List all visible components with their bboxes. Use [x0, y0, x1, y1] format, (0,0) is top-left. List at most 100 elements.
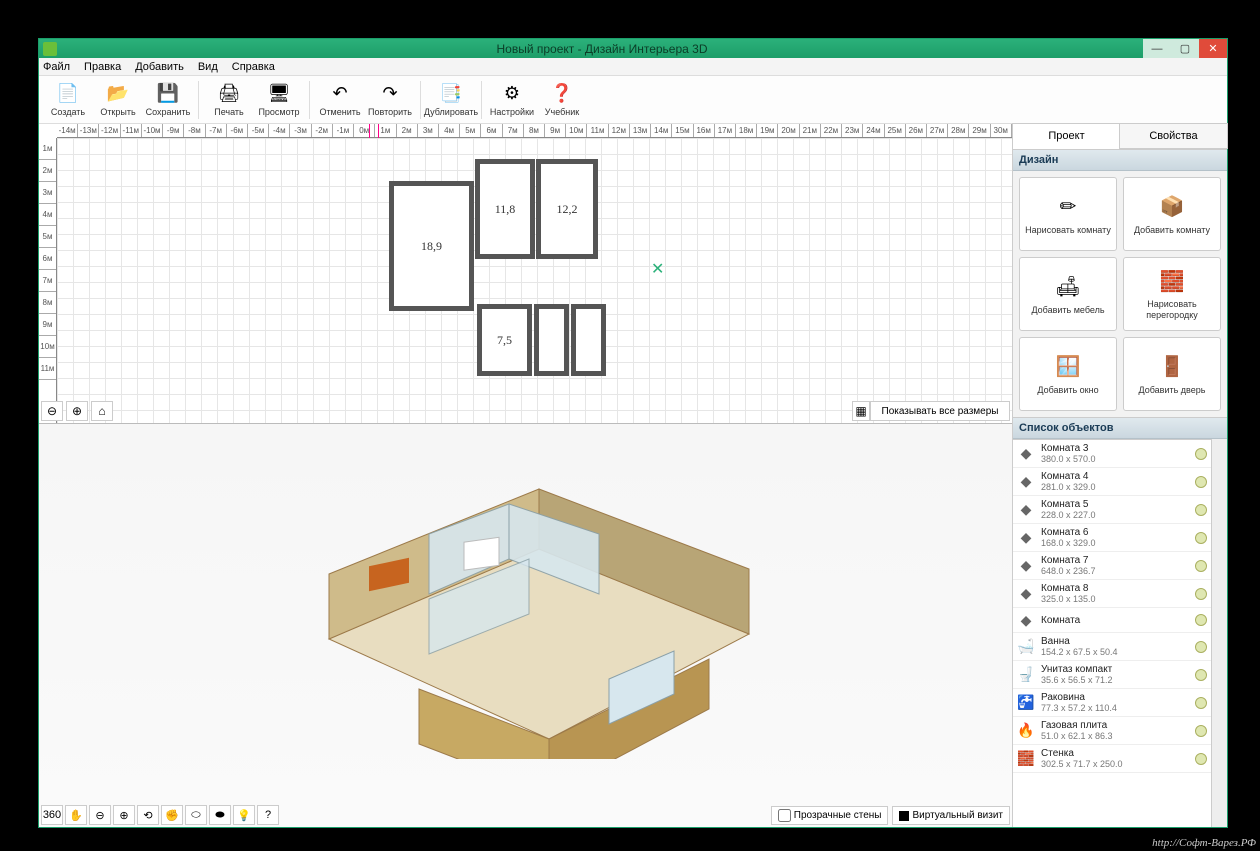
visibility-toggle-icon[interactable]: [1195, 588, 1207, 600]
object-name: Комната 5: [1041, 499, 1195, 510]
room[interactable]: 18,9: [389, 181, 474, 311]
view3d-tool-5[interactable]: ✊: [161, 805, 183, 825]
view3d-tool-1[interactable]: ✋: [65, 805, 87, 825]
visibility-toggle-icon[interactable]: [1195, 725, 1207, 737]
tab-properties[interactable]: Свойства: [1119, 123, 1228, 149]
draw-partition-label: Нарисовать перегородку: [1124, 299, 1220, 321]
visibility-toggle-icon[interactable]: [1195, 504, 1207, 516]
view3d-tool-9[interactable]: ?: [257, 805, 279, 825]
view3d-tool-8[interactable]: 💡: [233, 805, 255, 825]
ruler-h-tick: 29м: [969, 124, 990, 137]
object-name: Стенка: [1041, 748, 1195, 759]
section-objects-title: Список объектов: [1013, 417, 1227, 439]
room[interactable]: 7,5: [477, 304, 532, 376]
object-list-item[interactable]: ◆Комната 4281.0 x 329.0: [1013, 468, 1211, 496]
draw-partition-button[interactable]: 🧱Нарисовать перегородку: [1123, 257, 1221, 331]
toolbar-settings-button[interactable]: ⚙Настройки: [487, 78, 537, 122]
object-list-item[interactable]: 🧱Стенка302.5 x 71.7 x 250.0: [1013, 745, 1211, 773]
object-list-scrollbar[interactable]: [1211, 439, 1227, 827]
draw-room-button[interactable]: ✏Нарисовать комнату: [1019, 177, 1117, 251]
object-list-item[interactable]: 🛁Ванна154.2 x 67.5 x 50.4: [1013, 633, 1211, 661]
ruler-h-tick: 22м: [821, 124, 842, 137]
transparent-walls-checkbox[interactable]: Прозрачные стены: [771, 806, 889, 825]
new-label: Создать: [51, 107, 85, 117]
view3d-tool-4[interactable]: ⟲: [137, 805, 159, 825]
room-area-label: 18,9: [421, 239, 442, 254]
virtual-visit-button[interactable]: Виртуальный визит: [892, 806, 1010, 825]
room[interactable]: [571, 304, 606, 376]
toolbar-help-button[interactable]: ❓Учебник: [537, 78, 587, 122]
room[interactable]: 12,2: [536, 159, 598, 259]
toolbar-new-button[interactable]: 📄Создать: [43, 78, 93, 122]
view3d-tool-6[interactable]: ⬭: [185, 805, 207, 825]
ruler-h-tick: -8м: [184, 124, 205, 137]
visibility-toggle-icon[interactable]: [1195, 641, 1207, 653]
add-door-button[interactable]: 🚪Добавить дверь: [1123, 337, 1221, 411]
object-list-item[interactable]: ◆Комната 7648.0 x 236.7: [1013, 552, 1211, 580]
visibility-toggle-icon[interactable]: [1195, 614, 1207, 626]
menu-edit[interactable]: Правка: [84, 61, 121, 73]
zoom-out-button[interactable]: ⊖: [41, 401, 63, 421]
object-list-item[interactable]: ◆Комната 3380.0 x 570.0: [1013, 440, 1211, 468]
zoom-in-button[interactable]: ⊕: [66, 401, 88, 421]
object-icon: ◆: [1017, 473, 1035, 491]
show-dimensions-toggle[interactable]: Показывать все размеры: [870, 401, 1010, 421]
visibility-toggle-icon[interactable]: [1195, 697, 1207, 709]
toolbar-print-button[interactable]: 🖨Печать: [204, 78, 254, 122]
menu-view[interactable]: Вид: [198, 61, 218, 73]
close-button[interactable]: ✕: [1199, 39, 1227, 58]
object-list-item[interactable]: 🔥Газовая плита51.0 x 62.1 x 86.3: [1013, 717, 1211, 745]
object-list-item[interactable]: ◆Комната 5228.0 x 227.0: [1013, 496, 1211, 524]
ruler-h-tick: 19м: [757, 124, 778, 137]
view3d-tool-0[interactable]: 360: [41, 805, 63, 825]
ruler-v-tick: 8м: [39, 292, 56, 314]
toolbar-open-button[interactable]: 📂Открыть: [93, 78, 143, 122]
visibility-toggle-icon[interactable]: [1195, 448, 1207, 460]
ruler-h-tick: 4м: [439, 124, 460, 137]
room[interactable]: [534, 304, 569, 376]
add-window-button[interactable]: 🪟Добавить окно: [1019, 337, 1117, 411]
menu-add[interactable]: Добавить: [135, 61, 184, 73]
toolbar-dup-button[interactable]: 📑Дублировать: [426, 78, 476, 122]
view3d-tool-7[interactable]: ⬬: [209, 805, 231, 825]
toolbar-preview-button[interactable]: 🖥Просмотр: [254, 78, 304, 122]
object-list[interactable]: ◆Комната 3380.0 x 570.0◆Комната 4281.0 x…: [1013, 439, 1211, 827]
add-window-label: Добавить окно: [1037, 385, 1098, 396]
transparent-walls-input[interactable]: [778, 809, 791, 822]
view3d-tool-3[interactable]: ⊕: [113, 805, 135, 825]
ruler-v-tick: 9м: [39, 314, 56, 336]
ruler-h-tick: 28м: [948, 124, 969, 137]
object-list-item[interactable]: ◆Комната 8325.0 x 135.0: [1013, 580, 1211, 608]
visibility-toggle-icon[interactable]: [1195, 476, 1207, 488]
add-furniture-button[interactable]: 🛋Добавить мебель: [1019, 257, 1117, 331]
home-button[interactable]: ⌂: [91, 401, 113, 421]
object-icon: 🚰: [1017, 694, 1035, 712]
visibility-toggle-icon[interactable]: [1195, 532, 1207, 544]
toolbar-redo-button[interactable]: ↷Повторить: [365, 78, 415, 122]
room[interactable]: 11,8: [475, 159, 535, 259]
visibility-toggle-icon[interactable]: [1195, 669, 1207, 681]
object-list-item[interactable]: ◆Комната: [1013, 608, 1211, 633]
toolbar-undo-button[interactable]: ↶Отменить: [315, 78, 365, 122]
menu-file[interactable]: Файл: [43, 61, 70, 73]
ruler-horizontal: -14м-13м-12м-11м-10м-9м-8м-7м-6м-5м-4м-3…: [57, 124, 1012, 138]
plan-2d-view[interactable]: -14м-13м-12м-11м-10м-9м-8м-7м-6м-5м-4м-3…: [39, 124, 1012, 424]
view-3d[interactable]: 360✋⊖⊕⟲✊⬭⬬💡? Прозрачные стены Виртуальны…: [39, 424, 1012, 827]
maximize-button[interactable]: ▢: [1171, 39, 1199, 58]
visibility-toggle-icon[interactable]: [1195, 753, 1207, 765]
view3d-tool-2[interactable]: ⊖: [89, 805, 111, 825]
visibility-toggle-icon[interactable]: [1195, 560, 1207, 572]
object-list-item[interactable]: 🚽Унитаз компакт35.6 x 56.5 x 71.2: [1013, 661, 1211, 689]
ruler-h-tick: 3м: [418, 124, 439, 137]
minimize-button[interactable]: —: [1143, 39, 1171, 58]
object-dims: 168.0 x 329.0: [1041, 538, 1195, 548]
ruler-h-tick: 6м: [481, 124, 502, 137]
object-list-item[interactable]: 🚰Раковина77.3 x 57.2 x 110.4: [1013, 689, 1211, 717]
toolbar-save-button[interactable]: 💾Сохранить: [143, 78, 193, 122]
sidebar-tabs: Проект Свойства: [1013, 124, 1227, 149]
object-list-item[interactable]: ◆Комната 6168.0 x 329.0: [1013, 524, 1211, 552]
menu-help[interactable]: Справка: [232, 61, 275, 73]
ruler-h-tick: -1м: [333, 124, 354, 137]
tab-project[interactable]: Проект: [1012, 123, 1121, 149]
add-room-button[interactable]: 📦Добавить комнату: [1123, 177, 1221, 251]
